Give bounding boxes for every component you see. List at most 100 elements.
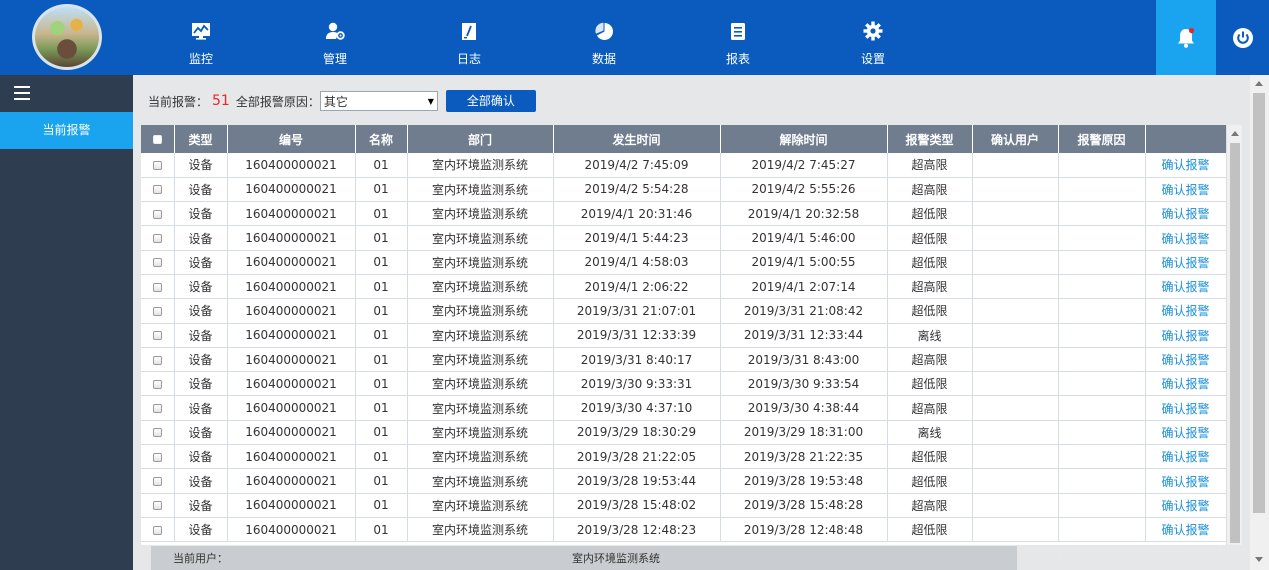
confirm-alarm-link[interactable]: 确认报警 xyxy=(1145,274,1226,300)
row-checkbox[interactable] xyxy=(152,477,162,486)
row-checkbox[interactable] xyxy=(152,306,162,316)
confirm-alarm-link[interactable]: 确认报警 xyxy=(1145,493,1226,518)
table-cell: 设备 xyxy=(174,250,228,275)
scroll-up-arrow-icon[interactable] xyxy=(1255,81,1263,86)
select-all-checkbox-cell[interactable] xyxy=(141,125,175,153)
notification-button[interactable] xyxy=(1156,0,1216,75)
row-checkbox-cell[interactable] xyxy=(141,517,175,543)
confirm-alarm-link[interactable]: 确认报警 xyxy=(1145,444,1226,470)
row-checkbox[interactable] xyxy=(152,501,162,511)
row-checkbox-cell[interactable] xyxy=(141,468,175,494)
row-checkbox[interactable] xyxy=(152,525,162,535)
table-cell: 2019/4/2 5:54:28 xyxy=(553,177,721,203)
logout-button[interactable] xyxy=(1216,0,1269,75)
confirm-alarm-link[interactable]: 确认报警 xyxy=(1145,468,1226,494)
table-cell: 2019/4/1 5:46:00 xyxy=(720,225,888,251)
status-footer: 当前用户： 室内环境监测系统 xyxy=(151,546,1017,570)
table-cell: 160400000021 xyxy=(227,274,356,300)
row-checkbox[interactable] xyxy=(152,234,162,244)
table-cell xyxy=(972,347,1059,373)
row-checkbox-cell[interactable] xyxy=(141,395,175,421)
table-cell: 2019/3/30 4:38:44 xyxy=(720,395,888,421)
row-checkbox[interactable] xyxy=(152,379,162,389)
row-checkbox-cell[interactable] xyxy=(141,153,175,178)
confirm-alarm-link[interactable]: 确认报警 xyxy=(1145,420,1226,446)
confirm-alarm-link[interactable]: 确认报警 xyxy=(1145,153,1226,178)
row-checkbox-cell[interactable] xyxy=(141,177,175,203)
row-checkbox-cell[interactable] xyxy=(141,420,175,446)
table-cell xyxy=(1058,298,1146,324)
confirm-alarm-link[interactable]: 确认报警 xyxy=(1145,323,1226,348)
table-cell: 2019/3/30 9:33:54 xyxy=(720,371,888,397)
scroll-down-arrow-icon[interactable] xyxy=(1255,557,1263,562)
confirm-alarm-link[interactable]: 确认报警 xyxy=(1145,371,1226,397)
sidebar-item-current-alarm[interactable]: 当前报警 xyxy=(0,112,133,149)
table-cell: 01 xyxy=(355,347,408,373)
table-cell xyxy=(1058,371,1146,397)
table-scrollbar[interactable] xyxy=(1226,125,1242,545)
table-cell xyxy=(972,201,1059,227)
table-cell: 室内环境监测系统 xyxy=(407,323,554,348)
table-row: 设备 160400000021 01 室内环境监测系统 2019/3/31 12:33:… xyxy=(141,323,1226,348)
confirm-alarm-link[interactable]: 确认报警 xyxy=(1145,250,1226,275)
row-checkbox-cell[interactable] xyxy=(141,347,175,373)
row-checkbox[interactable] xyxy=(152,160,162,170)
row-checkbox-cell[interactable] xyxy=(141,323,175,348)
row-checkbox-cell[interactable] xyxy=(141,225,175,251)
pie-chart-icon xyxy=(594,21,614,41)
log-icon xyxy=(461,21,477,41)
table-cell: 超高限 xyxy=(887,493,973,518)
table-scroll-thumb[interactable] xyxy=(1230,143,1240,543)
hamburger-menu-icon[interactable] xyxy=(14,86,30,100)
confirm-alarm-link[interactable]: 确认报警 xyxy=(1145,225,1226,251)
row-checkbox[interactable] xyxy=(152,331,162,341)
row-checkbox-cell[interactable] xyxy=(141,250,175,275)
nav-manage[interactable]: 管理 xyxy=(305,0,365,75)
column-header: 报警类型 xyxy=(887,125,973,153)
row-checkbox-cell[interactable] xyxy=(141,274,175,300)
nav-report[interactable]: 报表 xyxy=(708,0,768,75)
nav-log[interactable]: 日志 xyxy=(439,0,499,75)
select-all-checkbox[interactable] xyxy=(152,135,162,144)
page-scrollbar[interactable] xyxy=(1250,75,1269,570)
row-checkbox[interactable] xyxy=(152,404,162,414)
nav-settings[interactable]: 设置 xyxy=(843,0,903,75)
confirm-alarm-link[interactable]: 确认报警 xyxy=(1145,298,1226,324)
row-checkbox[interactable] xyxy=(152,282,162,292)
row-checkbox-cell[interactable] xyxy=(141,298,175,324)
row-checkbox-cell[interactable] xyxy=(141,201,175,227)
table-cell: 离线 xyxy=(887,420,973,446)
table-cell xyxy=(1058,395,1146,421)
table-cell: 超低限 xyxy=(887,444,973,470)
table-cell: 室内环境监测系统 xyxy=(407,225,554,251)
table-cell xyxy=(1058,420,1146,446)
confirm-alarm-link[interactable]: 确认报警 xyxy=(1145,347,1226,373)
row-checkbox[interactable] xyxy=(152,258,162,268)
confirm-alarm-link[interactable]: 确认报警 xyxy=(1145,177,1226,203)
nav-data[interactable]: 数据 xyxy=(574,0,634,75)
row-checkbox[interactable] xyxy=(152,185,162,195)
scroll-up-arrow-icon[interactable] xyxy=(1231,131,1239,136)
row-checkbox-cell[interactable] xyxy=(141,493,175,518)
table-cell: 室内环境监测系统 xyxy=(407,493,554,518)
alarm-reason-select[interactable]: 其它 ▼ xyxy=(319,91,438,111)
row-checkbox[interactable] xyxy=(152,355,162,365)
row-checkbox[interactable] xyxy=(152,452,162,462)
table-cell xyxy=(972,225,1059,251)
confirm-alarm-link[interactable]: 确认报警 xyxy=(1145,517,1226,543)
row-checkbox[interactable] xyxy=(152,209,162,219)
row-checkbox-cell[interactable] xyxy=(141,371,175,397)
confirm-all-button[interactable]: 全部确认 xyxy=(445,90,536,112)
page-scroll-thumb[interactable] xyxy=(1253,93,1265,513)
row-checkbox[interactable] xyxy=(152,428,162,438)
column-header: 报警原因 xyxy=(1058,125,1146,153)
nav-monitor[interactable]: 监控 xyxy=(171,0,231,75)
row-checkbox-cell[interactable] xyxy=(141,444,175,470)
table-cell: 2019/4/2 7:45:27 xyxy=(720,153,888,178)
confirm-alarm-link[interactable]: 确认报警 xyxy=(1145,201,1226,227)
confirm-alarm-link[interactable]: 确认报警 xyxy=(1145,395,1226,421)
table-cell xyxy=(1058,274,1146,300)
table-cell: 超高限 xyxy=(887,153,973,178)
alarm-table: 类型 编号 名称 部门 发生时间 解除时间 报警类型 确认用户 报警原因 设备 1… xyxy=(141,125,1226,545)
table-cell xyxy=(1058,347,1146,373)
